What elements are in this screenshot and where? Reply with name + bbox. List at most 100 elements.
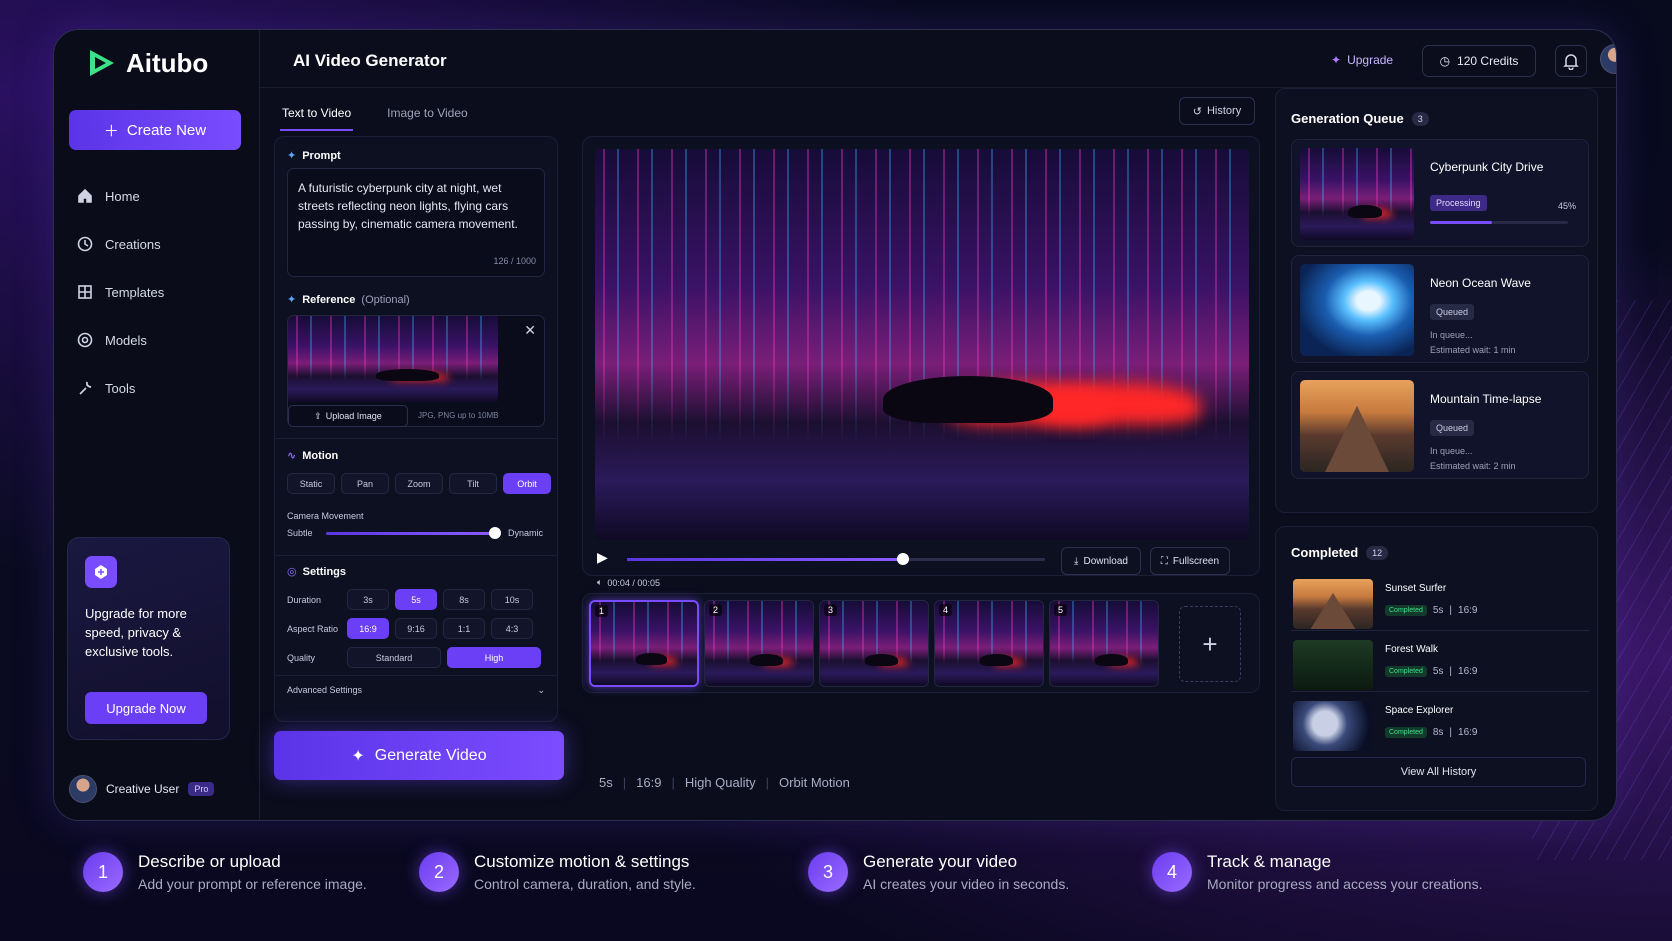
app-name: Aitubo xyxy=(126,47,209,78)
download-button[interactable]: ⤓ Download xyxy=(1061,547,1141,575)
completed-item[interactable]: Sunset Surfer Completed 5s | 16:9 xyxy=(1291,575,1589,631)
add-frame-button[interactable]: + xyxy=(1179,606,1241,682)
motion-option-orbit[interactable]: Orbit xyxy=(503,473,551,494)
upgrade-link[interactable]: ✦ Upgrade xyxy=(1331,53,1393,67)
status-badge: Completed xyxy=(1385,605,1427,616)
camera-movement-slider[interactable] xyxy=(326,527,501,539)
logo-icon xyxy=(90,50,114,76)
sidebar-item-models[interactable]: Models xyxy=(77,316,164,364)
video-scrubber[interactable] xyxy=(627,553,1045,565)
generation-queue: Generation Queue 3 Cyberpunk City Drive … xyxy=(1275,88,1598,513)
scrubber-fill xyxy=(627,558,903,561)
scrubber-handle[interactable] xyxy=(896,553,909,565)
tab-image-to-video[interactable]: Image to Video xyxy=(385,100,470,131)
plus-icon: + xyxy=(1202,628,1218,659)
completed-thumbnail xyxy=(1293,701,1373,751)
notifications-button[interactable] xyxy=(1555,45,1587,77)
sidebar-item-creations[interactable]: Creations xyxy=(77,220,164,268)
reference-image xyxy=(288,316,498,402)
logo[interactable]: Aitubo xyxy=(84,46,208,80)
sidebar-item-templates[interactable]: Templates xyxy=(77,268,164,316)
completed-item[interactable]: Space Explorer Completed 8s | 16:9 xyxy=(1291,697,1589,753)
video-preview[interactable] xyxy=(595,149,1249,540)
completed-item-title: Sunset Surfer xyxy=(1385,583,1447,594)
frame-number: 1 xyxy=(595,605,609,617)
home-icon xyxy=(78,188,92,203)
step-item: 3 Generate your video AI creates your vid… xyxy=(808,852,1069,892)
avatar[interactable] xyxy=(1600,44,1616,74)
upgrade-card-text: Upgrade for more speed, privacy & exclus… xyxy=(85,606,187,659)
status-badge: Queued xyxy=(1430,304,1475,320)
frame-thumbnail[interactable]: 3 xyxy=(819,600,929,687)
motion-option-zoom[interactable]: Zoom xyxy=(395,473,443,494)
status-badge: Completed xyxy=(1385,666,1427,677)
settings-header: ◎ Settings xyxy=(287,565,346,579)
credits-button[interactable]: ◷ 120 Credits xyxy=(1422,45,1536,77)
aspect-option-1-1[interactable]: 1:1 xyxy=(443,618,485,639)
slider-handle[interactable] xyxy=(488,527,501,539)
duration-option-3s[interactable]: 3s xyxy=(347,589,389,610)
step-number: 2 xyxy=(419,852,459,892)
frame-thumbnail[interactable]: 5 xyxy=(1049,600,1159,687)
reference-header: ✦ Reference (Optional) xyxy=(287,293,410,307)
status-badge: Completed xyxy=(1385,727,1427,738)
sidebar-item-tools[interactable]: Tools xyxy=(77,364,164,412)
motion-option-tilt[interactable]: Tilt xyxy=(449,473,497,494)
frame-number: 2 xyxy=(709,604,723,616)
motion-option-pan[interactable]: Pan xyxy=(341,473,389,494)
queue-item[interactable]: Neon Ocean Wave Queued In queue... Estim… xyxy=(1291,255,1589,363)
fullscreen-icon: ⛶ xyxy=(1160,555,1168,567)
tab-text-to-video[interactable]: Text to Video xyxy=(280,100,354,131)
fullscreen-label: Fullscreen xyxy=(1172,555,1220,567)
user-profile[interactable]: Creative User Pro xyxy=(69,775,215,803)
sparkle-icon: ✦ xyxy=(287,294,297,306)
motion-title: Motion xyxy=(302,449,339,462)
upload-image-button[interactable]: ⇪ Upload Image xyxy=(288,405,408,427)
aspect-option-4-3[interactable]: 4:3 xyxy=(491,618,533,639)
advanced-settings-toggle[interactable]: Advanced Settings ⌄ xyxy=(287,685,545,696)
sidebar-item-home[interactable]: Home xyxy=(77,172,164,220)
prompt-textarea[interactable]: A futuristic cyberpunk city at night, we… xyxy=(287,168,545,277)
volume-icon[interactable]: 🔈︎ xyxy=(597,577,602,588)
aspect-option-9-16[interactable]: 9:16 xyxy=(395,618,437,639)
queue-item[interactable]: Mountain Time-lapse Queued In queue... E… xyxy=(1291,371,1589,479)
duration-option-5s[interactable]: 5s xyxy=(395,589,437,610)
queue-wait-text: Estimated wait: 1 min xyxy=(1430,345,1516,355)
completed-thumbnail xyxy=(1293,579,1373,629)
sidebar-nav: Home Creations Templates Models Tools xyxy=(77,172,164,412)
upload-label: Upload Image xyxy=(325,411,382,421)
progress-bar xyxy=(1430,221,1568,224)
queue-item[interactable]: Cyberpunk City Drive Processing 45% xyxy=(1291,139,1589,247)
motion-option-static[interactable]: Static xyxy=(287,473,335,494)
generate-video-button[interactable]: ✦ Generate Video xyxy=(274,731,564,780)
duration-option-10s[interactable]: 10s xyxy=(491,589,533,610)
completed-item[interactable]: Forest Walk Completed 5s | 16:9 xyxy=(1291,636,1589,692)
play-icon[interactable]: ▶ xyxy=(597,549,608,566)
fullscreen-button[interactable]: ⛶ Fullscreen xyxy=(1150,547,1230,575)
prompt-text: A futuristic cyberpunk city at night, we… xyxy=(298,181,518,231)
motion-options: Static Pan Zoom Tilt Orbit xyxy=(287,473,551,494)
close-icon[interactable]: ✕ xyxy=(524,322,536,339)
bell-icon xyxy=(1563,54,1579,70)
quality-option-standard[interactable]: Standard xyxy=(347,647,441,668)
upgrade-now-button[interactable]: Upgrade Now xyxy=(85,692,207,724)
step-number: 3 xyxy=(808,852,848,892)
avatar xyxy=(69,775,97,803)
queue-item-title: Cyberpunk City Drive xyxy=(1430,160,1544,174)
frame-thumbnail[interactable]: 2 xyxy=(704,600,814,687)
frame-thumbnail[interactable]: 1 xyxy=(589,600,699,687)
plan-badge: Pro xyxy=(188,782,215,796)
quality-option-high[interactable]: High xyxy=(447,647,541,668)
queue-item-title: Neon Ocean Wave xyxy=(1430,276,1531,290)
download-icon: ⤓ xyxy=(1074,555,1079,567)
sidebar-item-label: Models xyxy=(105,332,147,348)
reference-dropzone[interactable]: ✕ ⇪ Upload Image JPG, PNG up to 10MB xyxy=(287,315,545,427)
duration-option-8s[interactable]: 8s xyxy=(443,589,485,610)
history-button[interactable]: ↺ History xyxy=(1179,97,1255,125)
aspect-option-16-9[interactable]: 16:9 xyxy=(347,618,389,639)
slider-max-label: Dynamic xyxy=(508,528,544,538)
view-all-history-button[interactable]: View All History xyxy=(1291,757,1586,787)
frame-thumbnail[interactable]: 4 xyxy=(934,600,1044,687)
create-new-button[interactable]: ＋ Create New xyxy=(69,110,241,150)
completed-item-title: Forest Walk xyxy=(1385,644,1438,655)
